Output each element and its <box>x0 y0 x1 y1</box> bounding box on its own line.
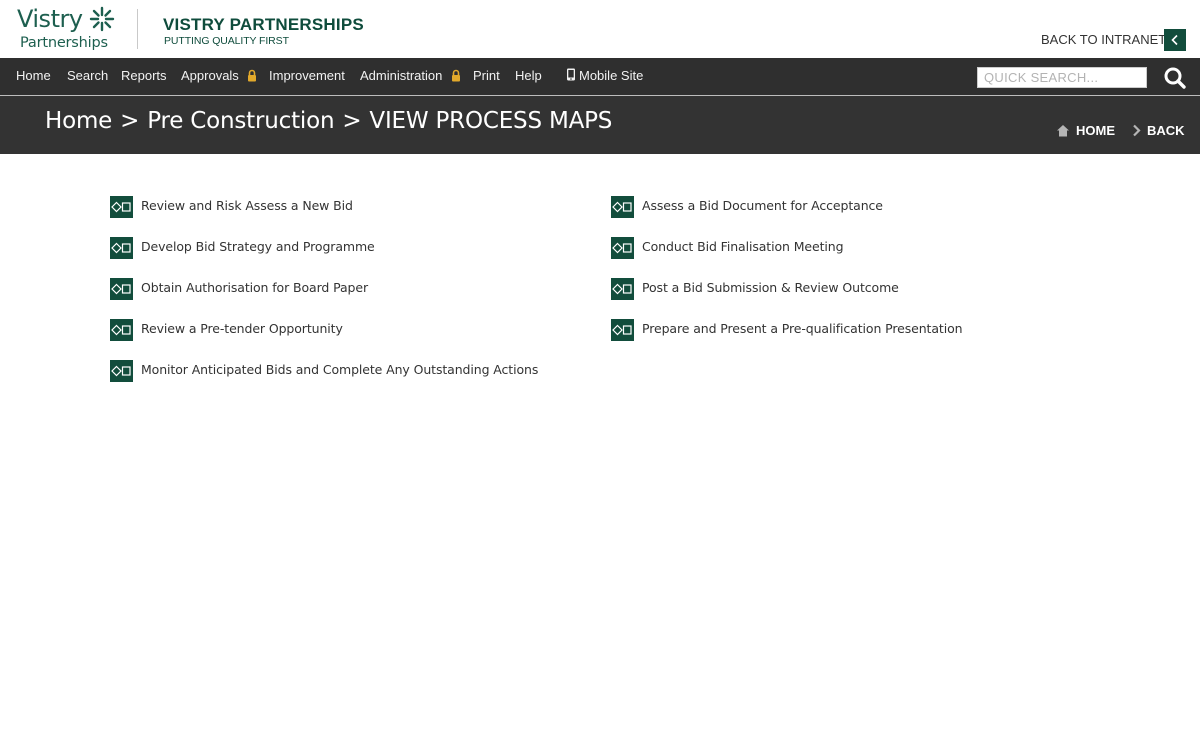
header-divider <box>137 9 138 49</box>
chevron-right-icon <box>1133 124 1141 137</box>
process-map-icon <box>611 278 634 300</box>
process-map-icon <box>110 196 133 218</box>
nav-item-administration[interactable]: Administration <box>360 68 461 84</box>
process-map-icon <box>110 278 133 300</box>
process-map-label: Obtain Authorisation for Board Paper <box>141 280 369 295</box>
vistry-logo[interactable]: Vistry Partnerships <box>17 5 117 53</box>
process-map-label: Review a Pre-tender Opportunity <box>141 321 343 336</box>
breadcrumb-pre-construction[interactable]: Pre Construction <box>147 108 334 134</box>
title-band: Home > Pre Construction > VIEW PROCESS MAPS … <box>0 96 1200 154</box>
process-map-label: Assess a Bid Document for Acceptance <box>642 198 883 213</box>
process-map-icon <box>611 237 634 259</box>
process-map-label: Post a Bid Submission & Review Outcome <box>642 280 899 295</box>
main-nav: Home Search Reports Approvals Improvemen… <box>0 58 1200 95</box>
breadcrumb-separator: > <box>120 108 140 134</box>
nav-item-label: Administration <box>360 68 443 83</box>
back-link[interactable]: BACK <box>1132 123 1185 139</box>
breadcrumb-current-page: VIEW PROCESS MAPS <box>369 108 613 134</box>
breadcrumb: Home > Pre Construction > VIEW PROCESS MAPS <box>45 107 612 135</box>
logo-wordmark: Vistry <box>17 5 83 33</box>
process-map-icon <box>110 360 133 382</box>
nav-item-improvement[interactable]: Improvement <box>269 68 345 84</box>
nav-item-label: Improvement <box>269 68 345 83</box>
process-map-label: Monitor Anticipated Bids and Complete An… <box>141 362 539 377</box>
process-map-icon <box>110 319 133 341</box>
nav-item-label: Search <box>67 68 109 83</box>
process-map-icon <box>110 237 133 259</box>
top-header: Vistry Partnerships VISTRY PARTNERSHIPS … <box>0 0 1200 58</box>
nav-item-reports[interactable]: Reports <box>121 68 167 84</box>
nav-item-label: Help <box>515 68 542 83</box>
chevron-left-icon <box>1171 34 1178 46</box>
lock-icon <box>452 69 460 82</box>
nav-item-search[interactable]: Search <box>67 68 108 84</box>
process-map-label: Review and Risk Assess a New Bid <box>141 198 353 213</box>
back-link-label: BACK <box>1147 123 1185 138</box>
brand-title: VISTRY PARTNERSHIPS <box>163 15 364 34</box>
nav-item-help[interactable]: Help <box>515 68 542 84</box>
process-map-icon <box>611 319 634 341</box>
process-map-label: Prepare and Present a Pre-qualification … <box>642 321 963 336</box>
nav-item-mobile-site[interactable]: Mobile Site <box>566 68 643 84</box>
nav-item-label: Reports <box>121 68 167 83</box>
nav-item-label: Home <box>16 68 51 83</box>
nav-item-print[interactable]: Print <box>473 68 500 84</box>
logo-subtext: Partnerships <box>20 35 108 51</box>
brand-tagline: PUTTING QUALITY FIRST <box>164 35 289 47</box>
breadcrumb-separator: > <box>342 108 362 134</box>
home-link-label: HOME <box>1076 123 1115 138</box>
search-icon <box>1164 67 1186 89</box>
back-to-intranet-button[interactable] <box>1164 29 1186 51</box>
back-to-intranet-link[interactable]: BACK TO INTRANET <box>1041 32 1166 48</box>
starburst-logo-icon <box>89 6 115 32</box>
search-button[interactable] <box>1162 66 1188 90</box>
nav-item-label: Print <box>473 68 500 83</box>
process-map-icon <box>611 196 634 218</box>
home-link[interactable]: HOME <box>1056 123 1115 139</box>
process-map-label: Conduct Bid Finalisation Meeting <box>642 239 844 254</box>
breadcrumb-home[interactable]: Home <box>45 108 112 134</box>
process-map-label: Develop Bid Strategy and Programme <box>141 239 375 254</box>
lock-icon <box>248 69 257 82</box>
nav-item-approvals[interactable]: Approvals <box>181 68 257 84</box>
nav-item-label: Mobile Site <box>579 68 644 83</box>
quick-search-input[interactable] <box>977 67 1147 88</box>
nav-item-home[interactable]: Home <box>16 68 51 84</box>
mobile-phone-icon <box>567 68 575 81</box>
nav-item-label: Approvals <box>181 68 239 83</box>
home-icon <box>1057 125 1069 137</box>
